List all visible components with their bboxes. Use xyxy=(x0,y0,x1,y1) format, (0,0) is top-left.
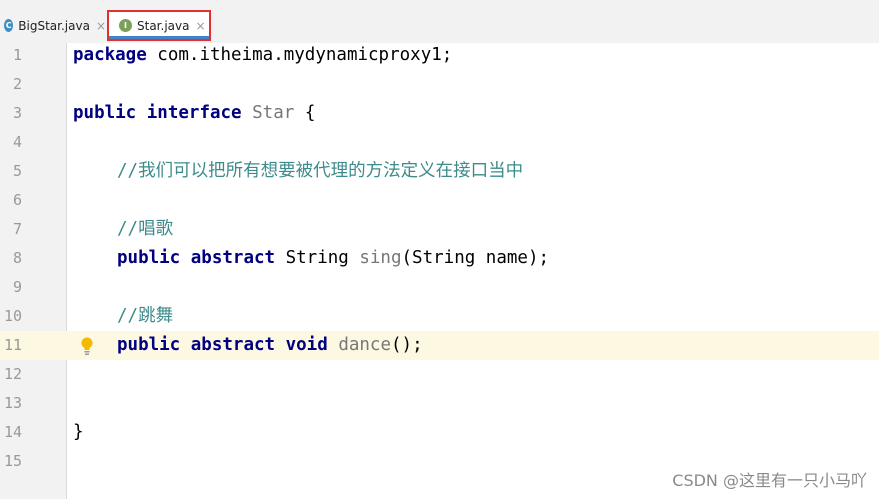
code-text: public abstract String sing(String name)… xyxy=(117,244,549,273)
line-number: 14 xyxy=(3,423,22,441)
method-name: dance xyxy=(338,335,391,355)
line-number: 11 xyxy=(3,336,22,354)
line-number: 10 xyxy=(3,307,22,325)
line-number: 3 xyxy=(12,104,22,122)
line-number: 4 xyxy=(12,133,22,151)
params: (String name); xyxy=(401,248,550,268)
line-number: 1 xyxy=(12,46,22,64)
code-line[interactable]: 12 xyxy=(0,360,879,389)
code-line[interactable]: 14 } xyxy=(0,418,879,447)
line-number: 13 xyxy=(3,394,22,412)
code-text: public abstract void dance(); xyxy=(117,331,423,360)
comment: //跳舞 xyxy=(117,306,174,326)
keyword: public xyxy=(117,248,181,268)
code-text: //跳舞 xyxy=(117,302,173,331)
return-type: String xyxy=(275,248,360,268)
close-icon[interactable]: × xyxy=(195,19,205,33)
keyword: public xyxy=(117,335,181,355)
package-name: com.itheima.mydynamicproxy1; xyxy=(146,45,453,65)
code-text: } xyxy=(73,418,84,447)
method-name: sing xyxy=(359,248,402,268)
code-line[interactable]: 4 xyxy=(0,128,879,157)
comment: //我们可以把所有想要被代理的方法定义在接口当中 xyxy=(117,161,524,181)
comment: //唱歌 xyxy=(117,219,174,239)
code-line[interactable]: 7 //唱歌 xyxy=(0,215,879,244)
keyword: public xyxy=(73,103,137,123)
interface-icon: I xyxy=(119,19,132,32)
code-line[interactable]: 13 xyxy=(0,389,879,418)
code-line[interactable]: 10 //跳舞 xyxy=(0,302,879,331)
line-number: 2 xyxy=(12,75,22,93)
code-text: //唱歌 xyxy=(117,215,173,244)
tab-bigstar-java[interactable]: C BigStar.java × xyxy=(2,10,106,41)
code-line[interactable]: 9 xyxy=(0,273,879,302)
watermark: CSDN @这里有一只小马吖 xyxy=(672,471,867,490)
tab-label: Star.java xyxy=(137,18,190,33)
keyword: abstract xyxy=(190,248,276,268)
interface-name: Star xyxy=(252,103,295,123)
lightbulb-icon[interactable] xyxy=(80,336,94,356)
line-number: 5 xyxy=(12,162,22,180)
code-text: public interface Star { xyxy=(73,99,315,128)
line-number: 15 xyxy=(3,452,22,470)
line-number: 12 xyxy=(3,365,22,383)
keyword: package xyxy=(73,45,147,65)
keyword: interface xyxy=(146,103,242,123)
line-number: 8 xyxy=(12,249,22,267)
code-text: //我们可以把所有想要被代理的方法定义在接口当中 xyxy=(117,157,523,186)
class-icon: C xyxy=(4,19,14,32)
params: (); xyxy=(391,335,423,355)
tab-label: BigStar.java xyxy=(18,18,90,33)
title-strip xyxy=(0,0,879,8)
code-text: package com.itheima.mydynamicproxy1; xyxy=(73,41,452,70)
code-line[interactable]: 1 package com.itheima.mydynamicproxy1; xyxy=(0,41,879,70)
tab-star-java[interactable]: I Star.java × xyxy=(107,10,211,41)
current-code-line[interactable]: 11 public abstract void dance(); xyxy=(0,331,879,360)
brace: } xyxy=(73,422,84,442)
brace: { xyxy=(294,103,316,123)
line-number: 9 xyxy=(12,278,22,296)
keyword: abstract xyxy=(190,335,276,355)
code-line[interactable]: 6 xyxy=(0,186,879,215)
close-icon[interactable]: × xyxy=(96,19,106,33)
code-line[interactable]: 8 public abstract String sing(String nam… xyxy=(0,244,879,273)
code-line[interactable]: 3 public interface Star { xyxy=(0,99,879,128)
active-tab-indicator xyxy=(109,36,209,39)
line-number: 7 xyxy=(12,220,22,238)
code-line[interactable]: 5 //我们可以把所有想要被代理的方法定义在接口当中 xyxy=(0,157,879,186)
keyword: void xyxy=(285,335,328,355)
editor-tab-bar: C BigStar.java × I Star.java × xyxy=(0,8,879,44)
code-line[interactable]: 2 xyxy=(0,70,879,99)
line-number: 6 xyxy=(12,191,22,209)
